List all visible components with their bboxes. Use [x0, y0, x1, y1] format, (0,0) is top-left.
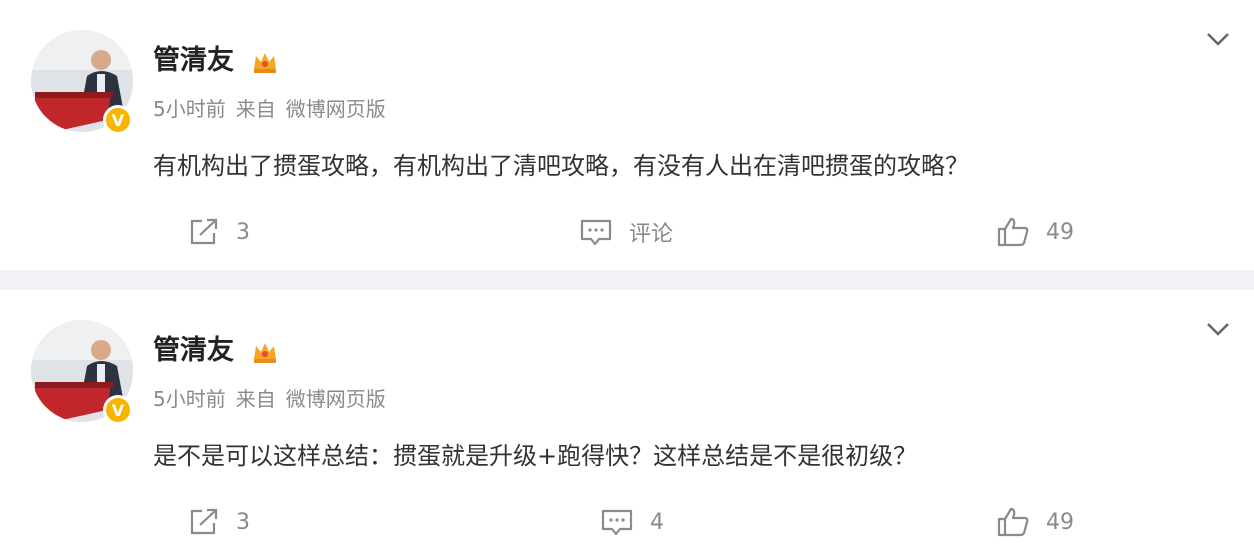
repost-count: 3 [236, 509, 250, 535]
source-prefix: 来自 [235, 387, 276, 411]
post-time: 5小时前 [153, 387, 226, 411]
like-button[interactable]: 49 [996, 502, 1074, 542]
source-prefix: 来自 [235, 97, 276, 121]
verified-v-icon: V [103, 395, 133, 425]
post-source[interactable]: 微博网页版 [286, 387, 386, 411]
comment-icon [580, 219, 612, 246]
post-source[interactable]: 微博网页版 [286, 97, 386, 121]
comment-count: 4 [650, 509, 664, 535]
post-meta: 5小时前 来自 微博网页版 [153, 95, 396, 123]
post-meta: 5小时前 来自 微博网页版 [153, 385, 396, 413]
like-count: 49 [1046, 219, 1074, 245]
like-icon [997, 507, 1029, 537]
repost-count: 3 [236, 219, 250, 245]
weibo-post-card: V 管清友 5小时前 来自 微博网页版 是不是可以这样总结：掼蛋就是升级+跑得快？这… [0, 290, 1254, 560]
repost-icon [190, 508, 218, 535]
author-name[interactable]: 管清友 [153, 43, 234, 79]
repost-button[interactable]: 3 [188, 212, 250, 252]
post-time: 5小时前 [153, 97, 226, 121]
like-icon [997, 217, 1029, 247]
comment-icon [601, 509, 633, 536]
repost-button[interactable]: 3 [188, 502, 250, 542]
verified-v-icon: V [103, 105, 133, 135]
comment-button[interactable]: 评论 [579, 212, 673, 252]
post-text: 有机构出了掼蛋攻略，有机构出了清吧攻略，有没有人出在清吧掼蛋的攻略？ [153, 152, 969, 180]
like-button[interactable]: 49 [996, 212, 1074, 252]
like-count: 49 [1046, 509, 1074, 535]
chevron-down-icon[interactable] [1204, 28, 1232, 50]
comment-label: 评论 [629, 222, 674, 247]
post-text: 是不是可以这样总结：掼蛋就是升级+跑得快？这样总结是不是很初级？ [153, 442, 918, 470]
comment-button[interactable]: 4 [600, 502, 664, 542]
weibo-post-card: V 管清友 5小时前 来自 微博网页版 有机构出了掼蛋攻略，有机构出了清吧攻略，有没… [0, 0, 1254, 270]
crown-badge-icon [254, 53, 276, 73]
chevron-down-icon[interactable] [1204, 318, 1232, 340]
repost-icon [190, 218, 218, 245]
crown-badge-icon [254, 343, 276, 363]
author-name[interactable]: 管清友 [153, 333, 234, 369]
